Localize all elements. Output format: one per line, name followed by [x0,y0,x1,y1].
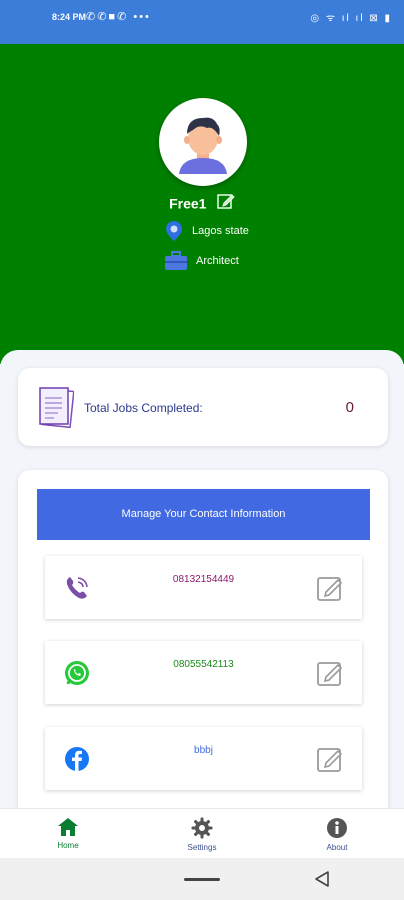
edit-whatsapp-icon[interactable] [316,659,344,687]
info-icon [327,818,347,838]
briefcase-icon [165,251,187,270]
back-icon[interactable] [314,870,330,888]
location-row: Lagos state [164,220,249,242]
jobs-completed-count: 0 [345,399,354,416]
location-pin-icon [166,221,182,241]
edit-name-icon[interactable] [217,192,235,215]
manage-contact-header: Manage Your Contact Information [37,489,370,540]
profession-row: Architect [164,251,239,271]
facebook-handle: bbbj [194,745,213,756]
contact-row-whatsapp[interactable]: 08055542113 [45,641,362,704]
status-bar: 8:24 PM ✆✆■✆ ••• ◎ ᯤ ıl ıl ⊠ ▮ [0,0,404,44]
jobs-completed-label: Total Jobs Completed: [84,401,203,415]
system-home-button[interactable] [184,878,220,881]
location-text: Lagos state [192,225,249,237]
bottom-navigation: Home Settings About [0,808,404,859]
home-icon [58,818,78,836]
profession-text: Architect [196,255,239,267]
document-icon [39,387,74,428]
profile-name-row: Free1 [0,192,404,215]
avatar[interactable] [159,98,247,186]
nav-settings-label: Settings [187,843,217,852]
contact-row-facebook[interactable]: bbbj [45,727,362,790]
profile-name: Free1 [169,195,207,212]
jobs-completed-card: Total Jobs Completed: 0 [18,368,388,446]
nav-home[interactable]: Home [28,817,108,850]
edit-facebook-icon[interactable] [316,745,344,773]
status-time: 8:24 PM [52,12,87,22]
status-system-icons: ◎ ᯤ ıl ıl ⊠ ▮ [310,13,392,24]
contact-row-viber[interactable]: 08132154449 [45,556,362,619]
status-notification-icons: ✆✆■✆ ••• [86,11,151,23]
gear-icon [191,817,213,839]
viber-number: 08132154449 [172,574,235,585]
nav-about-label: About [326,843,348,852]
edit-viber-icon[interactable] [316,574,344,602]
system-navigation-bar [0,858,404,900]
user-avatar-icon [179,117,227,174]
nav-settings[interactable]: Settings [162,817,242,852]
nav-about[interactable]: About [297,817,377,852]
whatsapp-number: 08055542113 [173,659,234,670]
nav-home-label: Home [57,841,79,850]
